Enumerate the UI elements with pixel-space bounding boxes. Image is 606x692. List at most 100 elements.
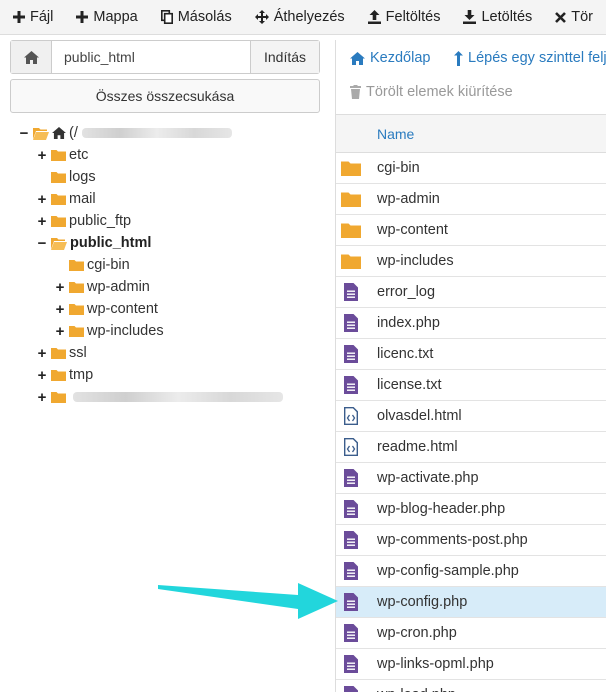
tree-item-etc[interactable]: + etc	[36, 144, 89, 166]
table-row[interactable]: wp-links-opml.php	[336, 649, 606, 680]
table-row[interactable]: wp-activate.php	[336, 463, 606, 494]
tree-item-tmp[interactable]: + tmp	[36, 364, 94, 386]
download-icon	[463, 10, 477, 24]
folder-icon	[51, 149, 66, 161]
folder-icon	[51, 193, 66, 205]
pointer-arrow	[158, 583, 338, 619]
table-row[interactable]: wp-config-sample.php	[336, 556, 606, 587]
tree-item-cgi-bin[interactable]: cgi-bin	[54, 254, 130, 276]
table-row[interactable]: olvasdel.html	[336, 401, 606, 432]
table-row[interactable]: index.php	[336, 308, 606, 339]
redacted-path	[81, 128, 232, 138]
file-name: wp-comments-post.php	[377, 532, 528, 548]
table-row[interactable]: wp-content	[336, 215, 606, 246]
text-file-icon	[336, 562, 366, 580]
expand-toggle-icon[interactable]: +	[54, 279, 66, 296]
table-row[interactable]: license.txt	[336, 370, 606, 401]
up-one-level-link[interactable]: Lépés egy szinttel feljebb	[454, 50, 606, 66]
expand-toggle-icon[interactable]: +	[36, 213, 48, 230]
redacted-folder-name	[73, 392, 283, 402]
tree-item-redacted[interactable]: +	[36, 386, 283, 408]
table-header: Name	[336, 115, 606, 153]
empty-trash-label: Törölt elemek kiürítése	[366, 84, 513, 100]
folder-icon	[51, 171, 66, 183]
go-button[interactable]: Indítás	[250, 41, 319, 73]
table-row[interactable]: readme.html	[336, 432, 606, 463]
file-name: wp-content	[377, 222, 448, 238]
text-file-icon	[336, 686, 366, 692]
table-row[interactable]: wp-admin	[336, 184, 606, 215]
collapse-toggle-icon[interactable]: −	[18, 125, 30, 142]
expand-toggle-icon[interactable]: +	[36, 345, 48, 362]
home-icon	[350, 51, 365, 65]
table-row[interactable]: wp-load.php	[336, 680, 606, 692]
tree-item-public-html[interactable]: − public_html	[36, 232, 152, 254]
plus-icon	[13, 11, 25, 23]
expand-toggle-icon[interactable]: +	[36, 389, 48, 406]
file-list-pane: Kezdőlap Lépés egy szinttel feljebb Törö…	[335, 40, 606, 692]
table-row-selected[interactable]: wp-config.php	[336, 587, 606, 618]
tree-item-label: wp-content	[87, 301, 158, 317]
upload-button[interactable]: Feltöltés	[367, 9, 440, 25]
file-name: wp-cron.php	[377, 625, 457, 641]
upload-icon	[367, 10, 381, 24]
folder-icon	[336, 253, 366, 269]
expand-toggle-icon[interactable]: +	[54, 301, 66, 318]
tree-item-logs[interactable]: logs	[36, 166, 96, 188]
tree-item-mail[interactable]: + mail	[36, 188, 96, 210]
expand-toggle-icon[interactable]: +	[36, 191, 48, 208]
copy-icon	[160, 10, 173, 24]
expand-toggle-icon[interactable]: +	[36, 147, 48, 164]
folder-icon	[69, 325, 84, 337]
folder-icon	[51, 369, 66, 381]
tree-item-wp-includes[interactable]: + wp-includes	[54, 320, 164, 342]
tree-item-public-ftp[interactable]: + public_ftp	[36, 210, 131, 232]
empty-trash-button[interactable]: Törölt elemek kiürítése	[350, 84, 513, 100]
file-name: wp-config-sample.php	[377, 563, 519, 579]
folder-icon	[336, 222, 366, 238]
expand-toggle-icon[interactable]: +	[54, 323, 66, 340]
new-file-label: Fájl	[30, 9, 54, 25]
folder-icon	[336, 191, 366, 207]
new-file-button[interactable]: Fájl	[13, 9, 53, 25]
tree-root[interactable]: − (/	[18, 122, 232, 144]
table-row[interactable]: licenc.txt	[336, 339, 606, 370]
new-folder-label: Mappa	[93, 9, 138, 25]
tree-item-label: etc	[69, 147, 89, 163]
tree-item-wp-content[interactable]: + wp-content	[54, 298, 158, 320]
delete-button[interactable]: Tör	[555, 9, 593, 25]
table-row[interactable]: wp-cron.php	[336, 618, 606, 649]
collapse-all-button[interactable]: Összes összecsukása	[10, 79, 320, 113]
tree-item-label: tmp	[69, 367, 94, 383]
table-row[interactable]: wp-blog-header.php	[336, 494, 606, 525]
tree-item-wp-admin[interactable]: + wp-admin	[54, 276, 150, 298]
name-column-header[interactable]: Name	[377, 126, 414, 142]
new-folder-button[interactable]: Mappa	[76, 9, 138, 25]
copy-button[interactable]: Másolás	[160, 9, 232, 25]
table-row[interactable]: cgi-bin	[336, 153, 606, 184]
table-row[interactable]: wp-comments-post.php	[336, 525, 606, 556]
text-file-icon	[336, 376, 366, 394]
folder-icon	[336, 160, 366, 176]
tree-item-label: logs	[69, 169, 96, 185]
home-link[interactable]: Kezdőlap	[350, 50, 430, 66]
move-button[interactable]: Áthelyezés	[254, 9, 345, 25]
collapse-toggle-icon[interactable]: −	[36, 235, 48, 252]
tree-item-ssl[interactable]: + ssl	[36, 342, 87, 364]
html-file-icon	[336, 407, 366, 425]
file-name: wp-config.php	[377, 594, 468, 610]
text-file-icon	[336, 593, 366, 611]
home-icon	[52, 127, 66, 139]
path-input[interactable]	[52, 41, 250, 73]
file-table-body: cgi-bin wp-admin wp-content wp-includes erro…	[336, 153, 606, 692]
move-label: Áthelyezés	[273, 9, 345, 25]
tree-item-label: cgi-bin	[87, 257, 130, 273]
file-name: readme.html	[377, 439, 458, 455]
folder-open-icon	[51, 237, 67, 250]
download-button[interactable]: Letöltés	[463, 9, 532, 25]
table-row[interactable]: error_log	[336, 277, 606, 308]
expand-toggle-icon[interactable]: +	[36, 367, 48, 384]
file-name: index.php	[377, 315, 440, 331]
home-button[interactable]	[11, 41, 52, 73]
table-row[interactable]: wp-includes	[336, 246, 606, 277]
